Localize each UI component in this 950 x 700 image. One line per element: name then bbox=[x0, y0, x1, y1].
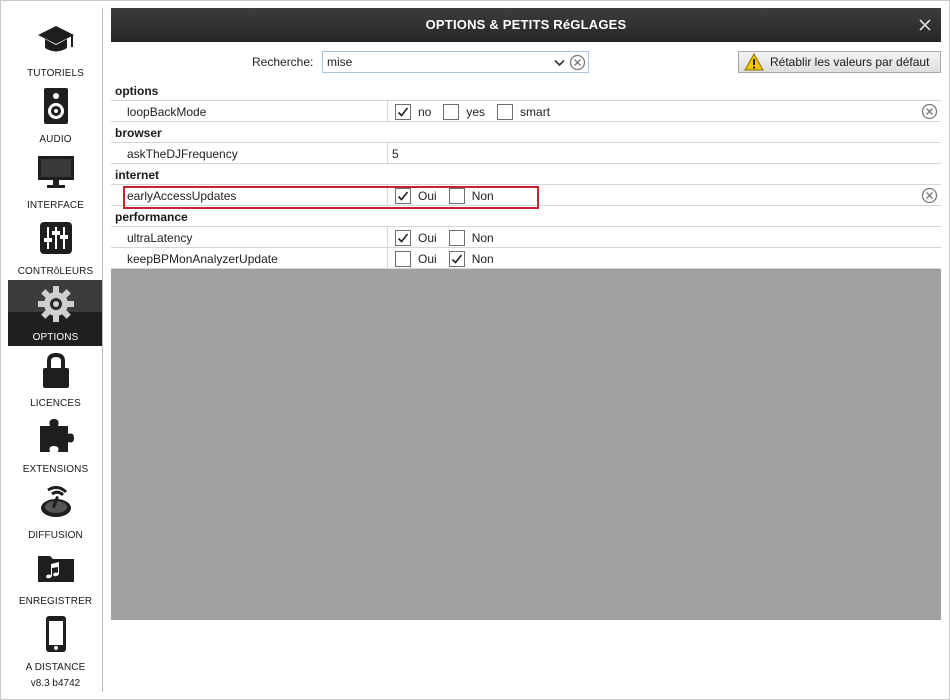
options-table: options loopBackMode no yes smart browse… bbox=[111, 80, 941, 620]
search-field[interactable] bbox=[322, 51, 589, 73]
option-value: Oui Non bbox=[392, 251, 503, 267]
table-row-ultralatency: ultraLatency Oui Non bbox=[111, 227, 941, 248]
column-separator bbox=[387, 101, 388, 122]
sidebar-item-extensions[interactable]: EXTENSIONS bbox=[8, 412, 103, 478]
checkbox-smart[interactable] bbox=[497, 104, 514, 120]
column-separator bbox=[387, 185, 388, 206]
puzzle-icon bbox=[36, 416, 76, 456]
option-key: askTheDJFrequency bbox=[127, 147, 238, 161]
option-label: Oui bbox=[418, 231, 437, 245]
table-row-keepbpmonanalyzerupdate: keepBPMonAnalyzerUpdate Oui Non bbox=[111, 248, 941, 269]
column-separator bbox=[387, 227, 388, 248]
mortarboard-icon bbox=[36, 20, 76, 60]
section-header-browser: browser bbox=[111, 122, 941, 143]
checkbox-oui[interactable] bbox=[395, 251, 411, 267]
phone-icon bbox=[36, 614, 76, 654]
sidebar-divider bbox=[102, 8, 103, 692]
reset-row-icon[interactable] bbox=[921, 103, 938, 120]
sidebar-item-options[interactable]: OPTIONS bbox=[8, 280, 103, 346]
reset-row-icon[interactable] bbox=[921, 187, 938, 204]
section-header-internet: internet bbox=[111, 164, 941, 185]
table-row-loopbackmode: loopBackMode no yes smart bbox=[111, 101, 941, 122]
option-label: Oui bbox=[418, 252, 437, 266]
title-bar: OPTIONS & PETITS RéGLAGES bbox=[111, 8, 941, 42]
monitor-icon bbox=[36, 152, 76, 192]
checkbox-non[interactable] bbox=[448, 230, 465, 246]
search-label: Recherche: bbox=[252, 55, 314, 69]
sidebar-item-label: TUTORIELS bbox=[27, 68, 84, 79]
speaker-icon bbox=[36, 86, 76, 126]
sidebar-item-label: ENREGISTRER bbox=[18, 596, 93, 607]
sliders-icon bbox=[36, 218, 76, 258]
sidebar-item-label: DIFFUSION bbox=[28, 530, 83, 541]
lock-icon bbox=[36, 350, 76, 390]
checkbox-no[interactable] bbox=[395, 104, 411, 120]
option-key: loopBackMode bbox=[127, 105, 207, 119]
option-value: Oui Non bbox=[392, 230, 503, 246]
sidebar-item-audio[interactable]: AUDIO bbox=[8, 82, 103, 148]
search-input[interactable] bbox=[327, 54, 547, 70]
option-label: Non bbox=[471, 189, 494, 203]
sidebar-item-licences[interactable]: LICENCES bbox=[8, 346, 103, 412]
sidebar-item-label: LICENCES bbox=[30, 398, 81, 409]
version-label: v8.3 b4742 bbox=[30, 678, 81, 689]
sidebar-item-label: A DISTANCE bbox=[25, 662, 86, 673]
option-key: earlyAccessUpdates bbox=[127, 189, 237, 203]
option-label: no bbox=[418, 105, 432, 119]
sidebar-item-label: INTERFACE bbox=[26, 200, 85, 211]
option-value-text[interactable]: 5 bbox=[392, 147, 399, 161]
sidebar-item-enregistrer[interactable]: ENREGISTRER bbox=[8, 544, 103, 610]
checkbox-oui[interactable] bbox=[395, 188, 411, 204]
section-header-options: options bbox=[111, 80, 941, 101]
sidebar-item-a-distance[interactable]: A DISTANCE bbox=[8, 610, 103, 676]
sidebar-item-tutoriels[interactable]: TUTORIELS bbox=[8, 16, 103, 82]
option-label: smart bbox=[520, 105, 551, 119]
checkbox-yes[interactable] bbox=[443, 104, 460, 120]
section-title: performance bbox=[115, 210, 188, 224]
option-label: yes bbox=[466, 105, 486, 119]
warning-icon bbox=[744, 53, 764, 71]
reset-defaults-label: Rétablir les valeurs par défaut bbox=[770, 55, 930, 69]
sidebar-item-interface[interactable]: INTERFACE bbox=[8, 148, 103, 214]
sidebar-item-diffusion[interactable]: DIFFUSION bbox=[8, 478, 103, 544]
section-title: browser bbox=[115, 126, 162, 140]
reset-defaults-button[interactable]: Rétablir les valeurs par défaut bbox=[738, 51, 941, 73]
sidebar-item-label: AUDIO bbox=[39, 134, 72, 145]
sidebar-item-label: EXTENSIONS bbox=[22, 464, 89, 475]
option-key: keepBPMonAnalyzerUpdate bbox=[127, 252, 278, 266]
checkbox-non[interactable] bbox=[448, 188, 465, 204]
sidebar-item-controleurs[interactable]: CONTRôLEURS bbox=[8, 214, 103, 280]
section-header-performance: performance bbox=[111, 206, 941, 227]
option-value: Oui Non bbox=[392, 188, 503, 204]
option-label: Non bbox=[471, 231, 494, 245]
option-value: no yes smart bbox=[392, 104, 559, 120]
column-separator bbox=[387, 143, 388, 164]
window-title: OPTIONS & PETITS RéGLAGES bbox=[425, 17, 627, 32]
sidebar-item-label: CONTRôLEURS bbox=[17, 266, 94, 277]
broadcast-icon bbox=[36, 482, 76, 522]
section-title: options bbox=[115, 84, 159, 98]
music-folder-icon bbox=[36, 548, 76, 588]
checkbox-oui[interactable] bbox=[395, 230, 411, 246]
chevron-down-icon[interactable] bbox=[552, 56, 566, 70]
option-value[interactable]: 5 bbox=[392, 146, 399, 162]
option-label: Non bbox=[471, 252, 494, 266]
sidebar: TUTORIELS AUDIO INTERFACE CONTRôLEURS OP… bbox=[8, 8, 103, 692]
gear-icon bbox=[36, 284, 76, 324]
section-title: internet bbox=[115, 168, 160, 182]
clear-search-icon[interactable] bbox=[569, 54, 586, 71]
sidebar-item-label: OPTIONS bbox=[32, 332, 79, 343]
table-row-earlyaccessupdates: earlyAccessUpdates Oui Non bbox=[111, 185, 941, 206]
option-key: ultraLatency bbox=[127, 231, 193, 245]
option-label: Oui bbox=[418, 189, 437, 203]
column-separator bbox=[387, 248, 388, 269]
close-icon[interactable] bbox=[915, 15, 935, 35]
checkbox-non[interactable] bbox=[448, 251, 465, 267]
table-row-asktheDJfrequency: askTheDJFrequency 5 bbox=[111, 143, 941, 164]
